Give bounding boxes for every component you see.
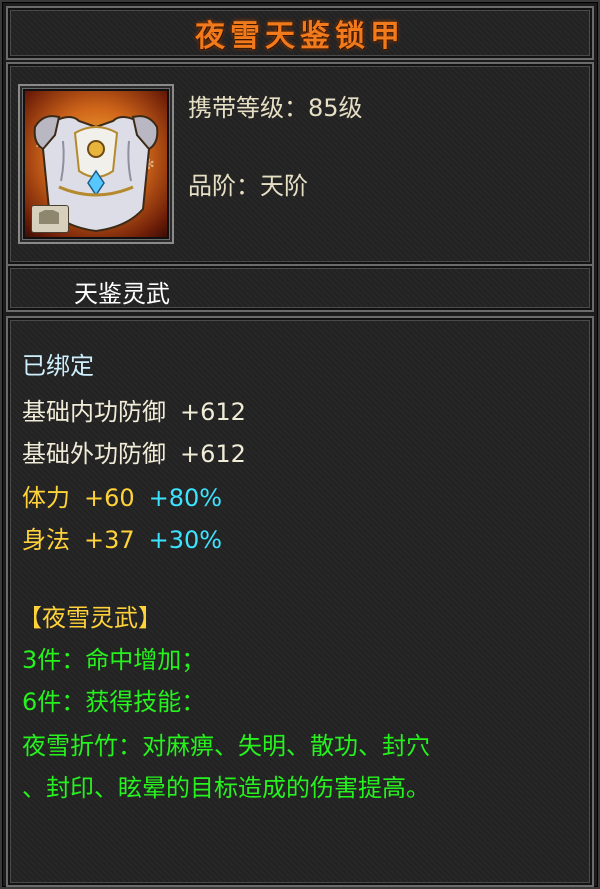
attribute-row: 身法 +37 +30% (22, 520, 222, 555)
set-skill-line: 夜雪折竹：对麻痹、失明、散功、封穴 (22, 732, 430, 760)
attribute-percent: +30% (148, 526, 223, 554)
base-stat-value: +612 (180, 398, 246, 426)
attribute-value: +37 (84, 526, 135, 554)
armor-slot-badge-icon (31, 205, 69, 233)
item-icon-frame[interactable]: ✻ ✻ ✻ ✻ (18, 84, 174, 244)
armor-chestplate-icon: ✻ ✻ ✻ ✻ (25, 91, 167, 237)
base-stat-name: 基础内功防御 (22, 398, 166, 426)
grade-label: 品阶： (188, 172, 260, 200)
attribute-name: 身法 (22, 526, 70, 554)
bound-status: 已绑定 (22, 352, 94, 380)
item-detail-panel: 已绑定 基础内功防御 +612 基础外功防御 +612 体力 +60 +80% 身法 +3… (6, 316, 594, 887)
attribute-name: 体力 (22, 484, 70, 512)
base-stat-row: 基础内功防御 +612 (22, 392, 246, 427)
set-name: 【夜雪灵武】 (18, 604, 162, 632)
item-tooltip: 夜雪天鉴锁甲 ✻ ✻ ✻ ✻ (0, 0, 600, 889)
series-panel: 天鉴灵武 (6, 264, 594, 312)
attribute-row: 体力 +60 +80% (22, 478, 222, 513)
attribute-value: +60 (84, 484, 135, 512)
carry-level-label: 携带等级： (188, 94, 308, 122)
set-skill-line: 、封印、眩晕的目标造成的伤害提高。 (22, 774, 430, 802)
title-bar: 夜雪天鉴锁甲 (6, 6, 594, 60)
grade-value: 天阶 (260, 172, 308, 200)
item-series: 天鉴灵武 (74, 280, 170, 308)
base-stat-name: 基础外功防御 (22, 440, 166, 468)
base-stat-value: +612 (180, 440, 246, 468)
set-bonus-6: 6件：获得技能： (22, 688, 206, 716)
carry-level-value: 85级 (308, 94, 363, 122)
attribute-percent: +80% (148, 484, 223, 512)
set-bonus-3: 3件：命中增加； (22, 646, 206, 674)
grade-line: 品阶：天阶 (188, 166, 308, 201)
item-info-panel: ✻ ✻ ✻ ✻ (6, 62, 594, 266)
item-name: 夜雪天鉴锁甲 (195, 19, 405, 54)
carry-level-line: 携带等级：85级 (188, 88, 363, 123)
base-stat-row: 基础外功防御 +612 (22, 434, 246, 469)
